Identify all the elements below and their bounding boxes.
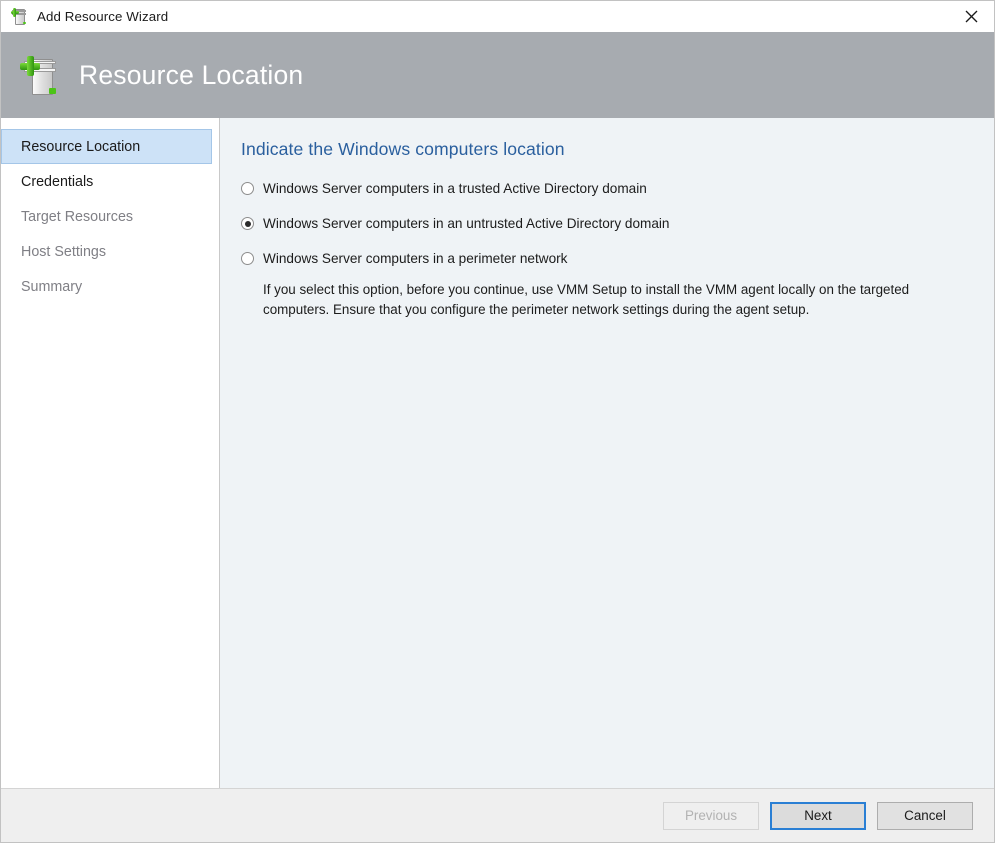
page-title: Resource Location [79, 60, 303, 91]
radio-option-trusted-domain[interactable]: Windows Server computers in a trusted Ac… [241, 179, 978, 198]
sidebar-item-label: Target Resources [21, 209, 133, 225]
next-button[interactable]: Next [770, 802, 866, 830]
sidebar-item-label: Host Settings [21, 244, 106, 260]
radio-option-label: Windows Server computers in an untrusted… [263, 214, 669, 233]
radio-option-label: Windows Server computers in a perimeter … [263, 249, 567, 268]
wizard-footer: Previous Next Cancel [1, 788, 994, 842]
radio-option-label: Windows Server computers in a trusted Ac… [263, 179, 647, 198]
close-icon[interactable] [949, 1, 994, 31]
perimeter-network-description: If you select this option, before you co… [263, 280, 978, 320]
radio-option-perimeter-network[interactable]: Windows Server computers in a perimeter … [241, 249, 978, 268]
wizard-step-nav: Resource Location Credentials Target Res… [1, 118, 220, 788]
radio-indicator [241, 252, 254, 265]
add-server-icon [10, 8, 28, 26]
sidebar-item-label: Resource Location [21, 139, 140, 155]
sidebar-item-label: Summary [21, 279, 82, 295]
content-heading: Indicate the Windows computers location [241, 139, 978, 160]
radio-indicator [241, 182, 254, 195]
title-bar: Add Resource Wizard [1, 1, 994, 32]
sidebar-item-host-settings[interactable]: Host Settings [1, 234, 212, 269]
previous-button[interactable]: Previous [663, 802, 759, 830]
add-server-icon-large [19, 55, 61, 97]
sidebar-item-summary[interactable]: Summary [1, 269, 212, 304]
sidebar-item-label: Credentials [21, 174, 93, 190]
sidebar-item-credentials[interactable]: Credentials [1, 164, 212, 199]
sidebar-item-target-resources[interactable]: Target Resources [1, 199, 212, 234]
window-title: Add Resource Wizard [37, 9, 168, 24]
add-resource-wizard-window: Add Resource Wizard Resource Location Re… [0, 0, 995, 843]
wizard-header: Resource Location [1, 32, 994, 118]
wizard-content: Indicate the Windows computers location … [220, 118, 994, 788]
wizard-body: Resource Location Credentials Target Res… [1, 118, 994, 788]
radio-indicator-selected [241, 217, 254, 230]
sidebar-item-resource-location[interactable]: Resource Location [1, 129, 212, 164]
radio-option-untrusted-domain[interactable]: Windows Server computers in an untrusted… [241, 214, 978, 233]
cancel-button[interactable]: Cancel [877, 802, 973, 830]
